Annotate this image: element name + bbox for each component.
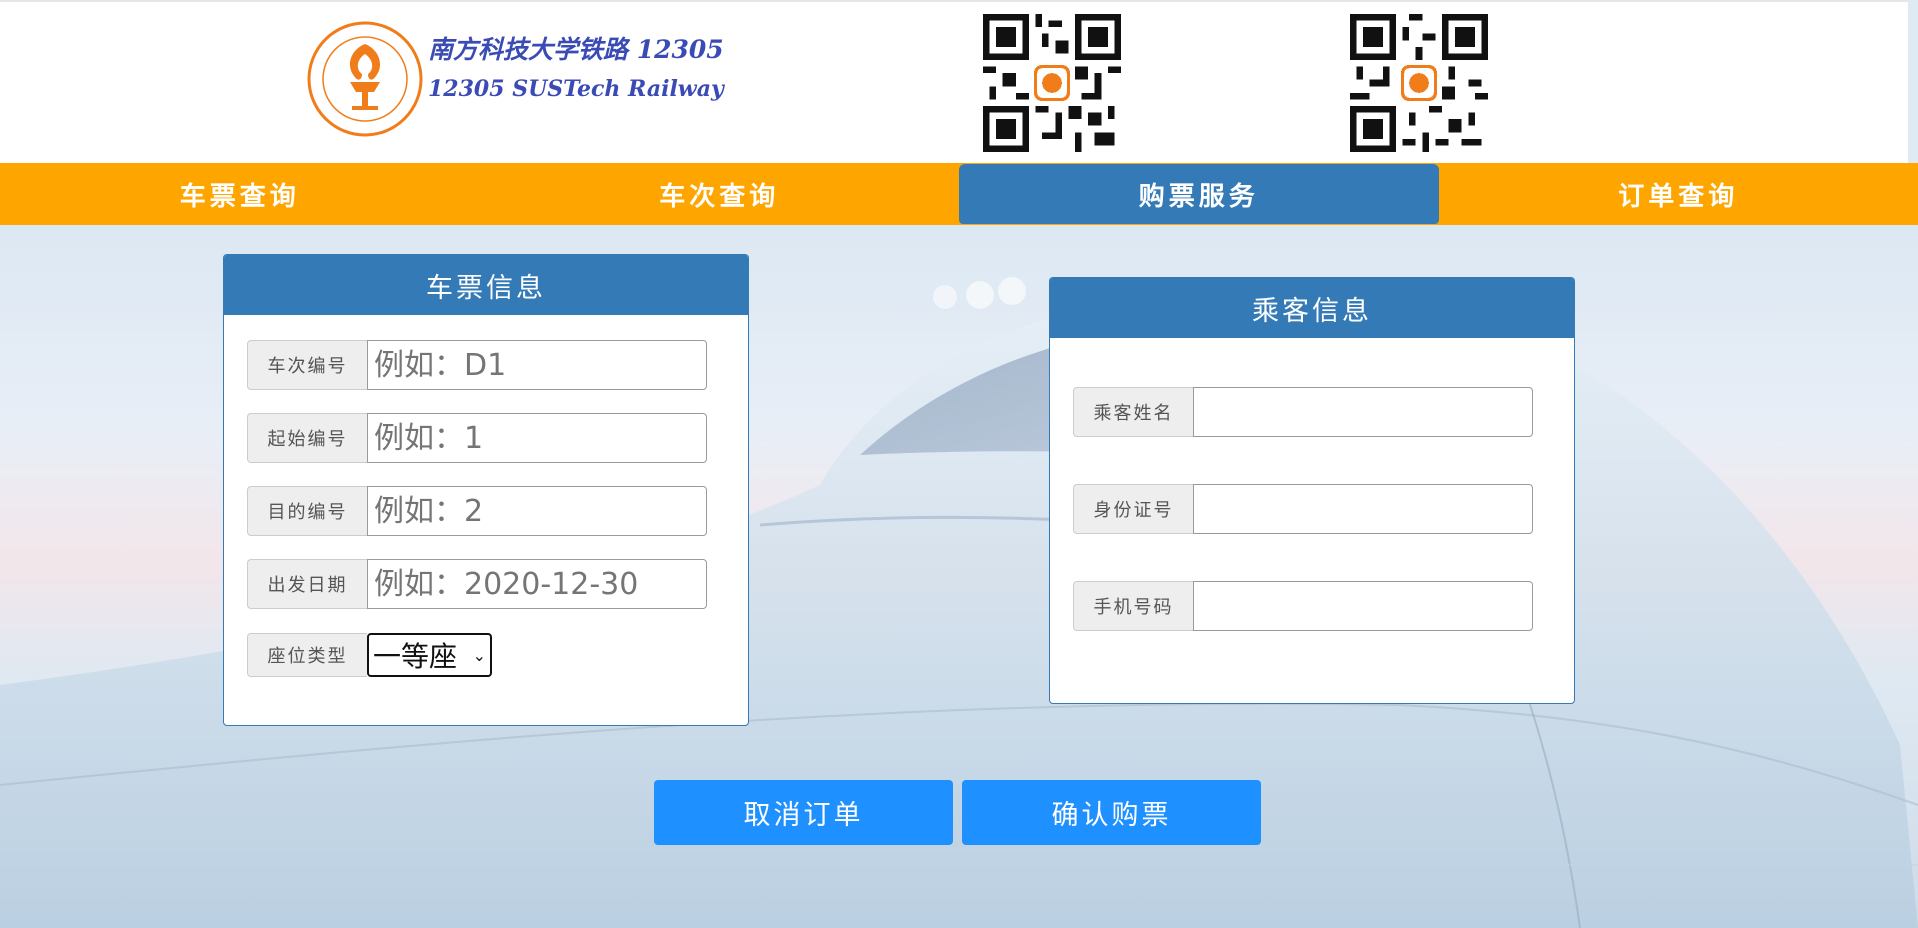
- destination-station-group: 目的编号: [247, 486, 707, 536]
- train-number-group: 车次编号: [247, 340, 707, 390]
- nav-purchase-service[interactable]: 购票服务: [959, 164, 1439, 224]
- passenger-info-title: 乘客信息: [1050, 278, 1574, 338]
- qr-code-icon: [983, 14, 1121, 152]
- brand-title-en: 12305 SUSTech Railway: [428, 76, 724, 102]
- ticket-info-title: 车票信息: [224, 255, 748, 315]
- departure-date-input[interactable]: [367, 559, 707, 609]
- sustech-logo-icon: [307, 21, 423, 137]
- passenger-name-group: 乘客姓名: [1073, 387, 1533, 437]
- id-number-label: 身份证号: [1073, 484, 1193, 534]
- train-number-label: 车次编号: [247, 340, 367, 390]
- phone-number-group: 手机号码: [1073, 581, 1533, 631]
- brand-title: 南方科技大学铁路 12305 12305 SUSTech Railway: [428, 30, 724, 108]
- cancel-order-button[interactable]: 取消订单: [654, 780, 953, 845]
- destination-station-label: 目的编号: [247, 486, 367, 536]
- train-number-input[interactable]: [367, 340, 707, 390]
- ticket-info-panel: 车票信息 车次编号 起始编号 目的编号 出发日期 座位类型 一等座 ⌄: [223, 254, 749, 726]
- phone-number-label: 手机号码: [1073, 581, 1193, 631]
- nav-ticket-query[interactable]: 车票查询: [0, 163, 480, 225]
- chevron-down-icon: ⌄: [472, 645, 486, 665]
- passenger-info-panel: 乘客信息 乘客姓名 身份证号 手机号码: [1049, 277, 1575, 704]
- nav-order-query[interactable]: 订单查询: [1439, 163, 1918, 225]
- passenger-name-input[interactable]: [1193, 387, 1533, 437]
- id-number-input[interactable]: [1193, 484, 1533, 534]
- start-station-input[interactable]: [367, 413, 707, 463]
- passenger-name-label: 乘客姓名: [1073, 387, 1193, 437]
- confirm-purchase-button[interactable]: 确认购票: [962, 780, 1261, 845]
- main-nav: 车票查询 车次查询 购票服务 订单查询: [0, 163, 1918, 225]
- start-station-label: 起始编号: [247, 413, 367, 463]
- seat-type-select[interactable]: 一等座 ⌄: [367, 633, 492, 677]
- seat-type-group: 座位类型 一等座 ⌄: [247, 633, 492, 677]
- phone-number-input[interactable]: [1193, 581, 1533, 631]
- site-header: 南方科技大学铁路 12305 12305 SUSTech Railway: [0, 0, 1908, 163]
- nav-train-query[interactable]: 车次查询: [480, 163, 960, 225]
- seat-type-value: 一等座: [373, 640, 458, 673]
- seat-type-label: 座位类型: [247, 633, 367, 677]
- qr-code-icon: [1350, 14, 1488, 152]
- start-station-group: 起始编号: [247, 413, 707, 463]
- departure-date-group: 出发日期: [247, 559, 707, 609]
- brand-title-cn: 南方科技大学铁路 12305: [428, 35, 724, 64]
- departure-date-label: 出发日期: [247, 559, 367, 609]
- id-number-group: 身份证号: [1073, 484, 1533, 534]
- destination-station-input[interactable]: [367, 486, 707, 536]
